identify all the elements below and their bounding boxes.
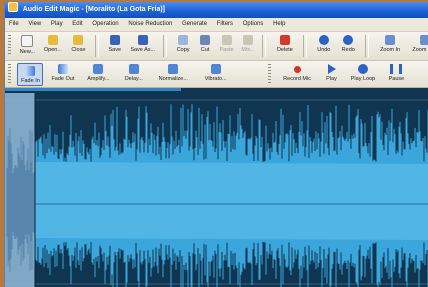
menu-edit[interactable]: Edit — [68, 18, 86, 31]
mix-button[interactable]: Mix... — [240, 33, 256, 59]
copy-icon — [178, 35, 189, 45]
zoom-out-button[interactable]: Zoom Out — [410, 33, 428, 59]
delete-icon — [279, 35, 290, 45]
toolbar-grip[interactable] — [267, 64, 271, 84]
open-folder-icon — [47, 35, 58, 45]
new-button[interactable]: New... — [17, 33, 37, 59]
zoom-in-icon — [385, 35, 396, 45]
mix-icon — [242, 35, 253, 45]
menu-operation[interactable]: Operation — [88, 18, 122, 31]
normalize-button[interactable]: Normalize... — [153, 62, 193, 88]
new-file-icon — [21, 35, 34, 47]
save-button[interactable]: Save — [105, 33, 124, 59]
scissors-icon — [200, 35, 211, 45]
play-icon — [327, 64, 336, 74]
pause-icon — [390, 64, 403, 74]
delay-icon — [128, 64, 139, 74]
delay-button[interactable]: Delay... — [119, 62, 149, 88]
save-as-disk-icon — [137, 35, 148, 45]
title-bar[interactable]: Audio Edit Magic - [Moralito (La Gota Fr… — [5, 2, 428, 18]
menu-play[interactable]: Play — [47, 18, 67, 31]
fade-out-icon — [57, 64, 68, 74]
copy-button[interactable]: Copy — [174, 33, 193, 59]
toolbar-separator — [262, 35, 267, 57]
toolbar-separator — [94, 35, 99, 57]
amplify-button[interactable]: Amplify... — [82, 62, 114, 88]
fade-out-button[interactable]: Fade Out — [48, 62, 78, 88]
play-button[interactable]: Play — [322, 62, 342, 88]
record-mic-button[interactable]: Record Mic — [277, 62, 317, 88]
redo-button[interactable]: Redo — [338, 33, 358, 59]
menu-view[interactable]: View — [24, 18, 45, 31]
pause-button[interactable]: Pause — [384, 62, 408, 88]
menu-bar: File View Play Edit Operation Noise Redu… — [5, 18, 428, 32]
vibrato-icon — [210, 64, 221, 74]
open-button[interactable]: Open... — [42, 33, 64, 59]
close-button[interactable]: Close — [68, 33, 88, 59]
waveform-editor[interactable] — [5, 88, 428, 287]
zoom-in-button[interactable]: Zoom In — [375, 33, 405, 59]
toolbar-separator — [364, 35, 369, 57]
fade-in-button[interactable]: Fade In — [17, 63, 44, 86]
save-as-button[interactable]: Save As... — [129, 33, 157, 59]
menu-options[interactable]: Options — [239, 18, 268, 31]
window-title: Audio Edit Magic - [Moralito (La Gota Fr… — [22, 6, 166, 13]
close-folder-icon — [73, 35, 84, 45]
record-icon — [293, 66, 301, 73]
main-toolbar: New... Open... Close Save Save As... Cop… — [5, 32, 428, 61]
menu-noise-reduction[interactable]: Noise Reduction — [124, 18, 176, 31]
waveform-display[interactable] — [5, 88, 428, 287]
playback-progress-strip — [5, 88, 181, 91]
paste-button[interactable]: Paste — [218, 33, 236, 59]
menu-filters[interactable]: Filters — [213, 18, 237, 31]
waveform-body — [35, 162, 428, 240]
save-disk-icon — [109, 35, 120, 45]
undo-button[interactable]: Undo — [314, 33, 334, 59]
fade-in-icon — [25, 66, 36, 76]
app-icon — [8, 2, 18, 12]
cut-button[interactable]: Cut — [197, 33, 213, 59]
delete-button[interactable]: Delete — [273, 33, 297, 59]
redo-icon — [343, 35, 354, 45]
zoom-out-icon — [419, 35, 428, 45]
toolbar-separator — [163, 35, 168, 57]
play-loop-icon — [357, 64, 368, 74]
amplify-icon — [93, 64, 104, 74]
menu-help[interactable]: Help — [269, 18, 289, 31]
paste-icon — [221, 35, 232, 45]
toolbar-grip[interactable] — [8, 64, 11, 84]
undo-icon — [318, 35, 329, 45]
application-window: Audio Edit Magic - [Moralito (La Gota Fr… — [4, 2, 428, 287]
play-loop-button[interactable]: Play Loop — [346, 62, 380, 88]
effects-toolbar: Fade In Fade Out Amplify... Delay... Nor… — [5, 61, 428, 88]
toolbar-separator — [303, 35, 308, 57]
menu-generate[interactable]: Generate — [178, 18, 211, 31]
menu-file[interactable]: File — [5, 18, 23, 31]
toolbar-grip[interactable] — [8, 35, 11, 55]
normalize-icon — [168, 64, 179, 74]
vibrato-button[interactable]: Vibrato... — [198, 62, 234, 88]
